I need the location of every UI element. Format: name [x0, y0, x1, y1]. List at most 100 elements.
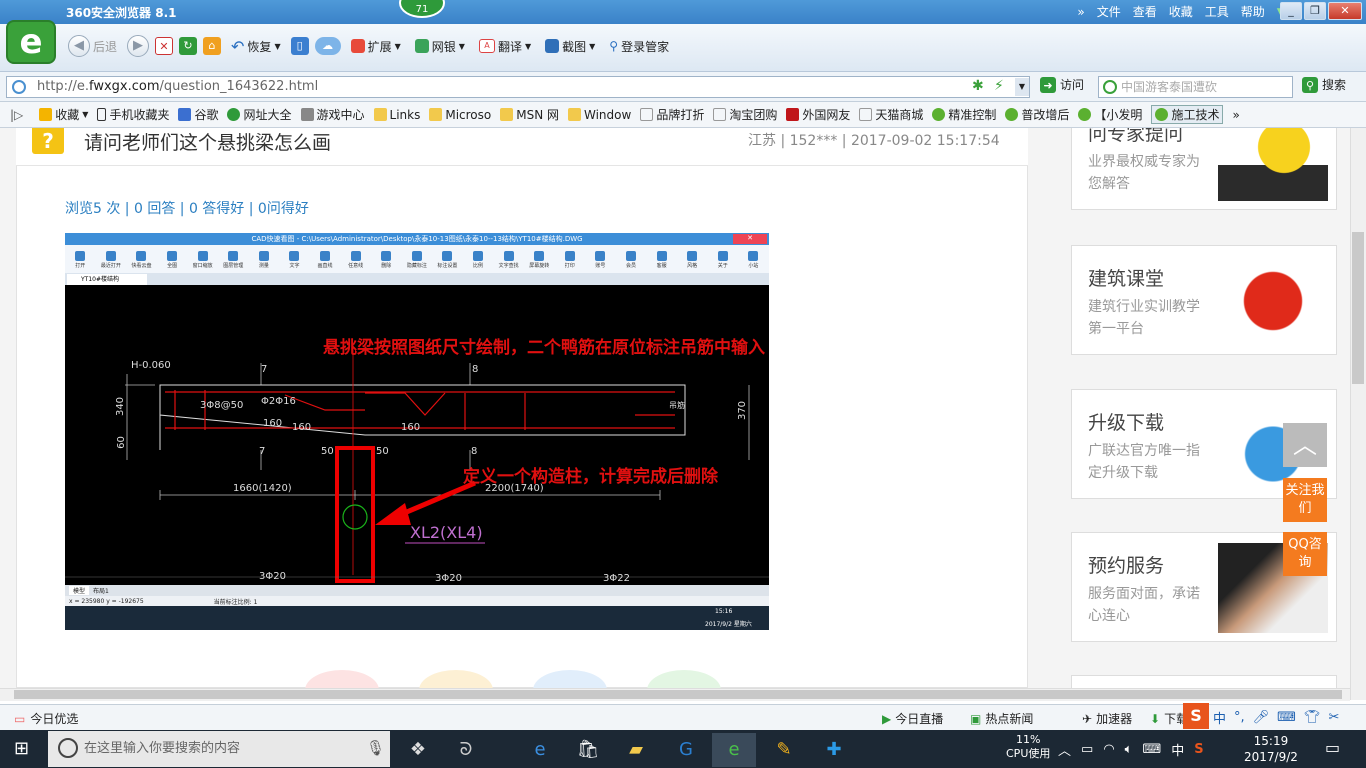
- swirl-app-icon[interactable]: ᘐ: [444, 733, 488, 767]
- qq-consult-button[interactable]: QQ咨询: [1283, 532, 1327, 576]
- volume-icon[interactable]: 🔈︎: [1125, 742, 1133, 757]
- url-input[interactable]: http://e.fwxgx.com/question_1643622.html: [6, 76, 1030, 98]
- search-input[interactable]: 中国游客泰国遭砍: [1098, 76, 1293, 98]
- search-engine-icon[interactable]: [1103, 80, 1117, 94]
- notification-icon[interactable]: ▭: [1325, 738, 1340, 757]
- today-picks[interactable]: ▭ 今日优选: [14, 710, 78, 727]
- question-mark-icon: ?: [32, 128, 64, 154]
- vertical-scroll-thumb[interactable]: [1352, 232, 1364, 384]
- tool-screenshot[interactable]: 截图 ▼: [541, 34, 599, 58]
- back-button[interactable]: ◀ 后退: [64, 34, 121, 58]
- ime-mode[interactable]: 中: [1213, 708, 1226, 727]
- stop-icon[interactable]: ✕: [155, 37, 174, 55]
- browser-360-icon[interactable]: e: [712, 733, 756, 767]
- label-b2: 3Φ20: [435, 573, 462, 584]
- menu-scroll-icon[interactable]: »: [1077, 5, 1084, 19]
- menu-favorites[interactable]: 收藏: [1169, 3, 1193, 20]
- tool-password-manager[interactable]: ⚲ 登录管家: [605, 34, 673, 58]
- maximize-button[interactable]: ❐: [1304, 2, 1326, 20]
- tray-expand-icon[interactable]: ︿: [1058, 740, 1071, 759]
- browser-logo-icon[interactable]: e: [6, 20, 56, 64]
- cloud-icon[interactable]: ☁: [314, 37, 341, 55]
- bookmark-item[interactable]: 谷歌: [178, 106, 218, 123]
- restore-button[interactable]: ↶ 恢复 ▼: [227, 34, 285, 58]
- follow-us-button[interactable]: 关注我们: [1283, 478, 1327, 522]
- menu-tools[interactable]: 工具: [1205, 3, 1229, 20]
- forward-button[interactable]: ▶: [127, 35, 150, 57]
- tool-bank[interactable]: 网银 ▼: [411, 34, 469, 58]
- microphone-icon[interactable]: 🎙︎: [366, 739, 385, 757]
- edge-icon[interactable]: e: [518, 733, 562, 767]
- back-to-top-button[interactable]: ︿: [1283, 423, 1327, 467]
- home-icon[interactable]: ⌂: [203, 37, 222, 55]
- windows-start-icon[interactable]: ⊞: [14, 738, 29, 759]
- question-stats[interactable]: 浏览5 次 | 0 回答 | 0 答得好 | 0问得好: [65, 198, 309, 218]
- minimize-button[interactable]: _: [1280, 2, 1302, 20]
- g-app-icon[interactable]: G: [664, 733, 708, 767]
- taskbar-clock[interactable]: 15:19 2017/9/2: [1244, 733, 1298, 765]
- bookmark-item[interactable]: 精准控制: [932, 106, 996, 123]
- punct-icon[interactable]: °,: [1234, 710, 1245, 725]
- bookmark-item[interactable]: 天猫商城: [859, 106, 923, 123]
- bookmark-item[interactable]: 淘宝团购: [713, 106, 777, 123]
- menu-file[interactable]: 文件: [1097, 3, 1121, 20]
- wifi-icon[interactable]: ◠: [1103, 742, 1114, 757]
- bookmark-item[interactable]: 手机收藏夹: [97, 106, 169, 123]
- refresh-icon[interactable]: ↻: [179, 37, 198, 55]
- menu-view[interactable]: 查看: [1133, 3, 1157, 20]
- speed-icon[interactable]: ⚡: [994, 78, 1004, 94]
- bookmark-item[interactable]: Window: [568, 108, 631, 122]
- circle-icon[interactable]: [533, 670, 607, 688]
- chevron-down-icon[interactable]: ▼: [1015, 78, 1029, 96]
- cad-tool-label: 图层管理: [223, 263, 244, 269]
- today-live[interactable]: ▶ 今日直播: [882, 710, 943, 727]
- close-button[interactable]: ✕: [1328, 2, 1362, 20]
- explorer-icon[interactable]: ▰: [614, 733, 658, 767]
- bookmark-item[interactable]: Microso: [429, 108, 491, 122]
- bookmark-item[interactable]: 品牌打折: [640, 106, 704, 123]
- keyboard-icon[interactable]: ⌨: [1277, 710, 1296, 725]
- cpu-usage[interactable]: 11% CPU使用: [1006, 733, 1050, 761]
- bookmark-item[interactable]: 普改增后: [1005, 106, 1069, 123]
- bookmark-item[interactable]: 【小发明: [1078, 106, 1142, 123]
- bookmark-item[interactable]: 施工技术: [1151, 105, 1224, 124]
- search-button[interactable]: ⚲ 搜索: [1302, 76, 1346, 93]
- bookmark-item[interactable]: MSN 网: [500, 106, 559, 123]
- vertical-scrollbar[interactable]: [1350, 128, 1366, 700]
- sidebar-toggle-icon[interactable]: |▷: [10, 108, 23, 122]
- taskbar-search[interactable]: 在这里输入你要搜索的内容: [48, 731, 390, 767]
- more-bookmarks-icon[interactable]: »: [1232, 108, 1239, 122]
- sidebar-card-expert[interactable]: 问专家提问 业界最权威专家为您解答: [1071, 128, 1337, 210]
- bookmark-item[interactable]: 外国网友: [786, 106, 850, 123]
- gamepad-icon: [300, 108, 314, 121]
- plus-app-icon[interactable]: ✚: [812, 733, 856, 767]
- tool-extensions[interactable]: 扩展 ▼: [347, 34, 405, 58]
- tool-translate[interactable]: A 翻译 ▼: [475, 34, 535, 58]
- store-icon[interactable]: 🛍︎: [566, 733, 610, 767]
- bookmark-item[interactable]: Links: [373, 108, 420, 122]
- circle-icon[interactable]: [419, 670, 493, 688]
- circle-icon[interactable]: [305, 670, 379, 688]
- bookmark-item[interactable]: 收藏 ▼: [39, 106, 88, 123]
- sidebar-card-classroom[interactable]: 建筑课堂 建筑行业实训教学第一平台: [1071, 245, 1337, 355]
- accelerator[interactable]: ✈ 加速器: [1082, 710, 1132, 727]
- keyboard-icon[interactable]: ⌨: [1142, 742, 1161, 757]
- chevron-down-icon: ▼: [524, 41, 532, 51]
- notepad-icon[interactable]: ✎: [762, 733, 806, 767]
- circle-icon[interactable]: [647, 670, 721, 688]
- taskview-icon[interactable]: ❖: [396, 733, 440, 767]
- mic-icon[interactable]: 🎤︎: [1253, 710, 1270, 725]
- menu-help[interactable]: 帮助: [1241, 3, 1265, 20]
- tools-icon[interactable]: ✂: [1328, 710, 1339, 725]
- bookmark-item[interactable]: 游戏中心: [300, 106, 365, 123]
- battery-icon[interactable]: ▭: [1081, 742, 1093, 757]
- shirt-icon[interactable]: 👕︎: [1304, 710, 1321, 725]
- horizontal-scroll-thumb[interactable]: [14, 690, 1342, 699]
- visit-button[interactable]: ➜ 访问: [1040, 76, 1084, 93]
- sogou-tray-icon[interactable]: S: [1194, 742, 1203, 757]
- bookmark-item[interactable]: 网址大全: [227, 106, 292, 123]
- tray-ime[interactable]: 中: [1171, 740, 1184, 759]
- hot-news[interactable]: ▣ 热点新闻: [970, 710, 1033, 727]
- sogou-ime-icon[interactable]: S: [1183, 703, 1209, 729]
- phone-icon[interactable]: ▯: [290, 37, 309, 55]
